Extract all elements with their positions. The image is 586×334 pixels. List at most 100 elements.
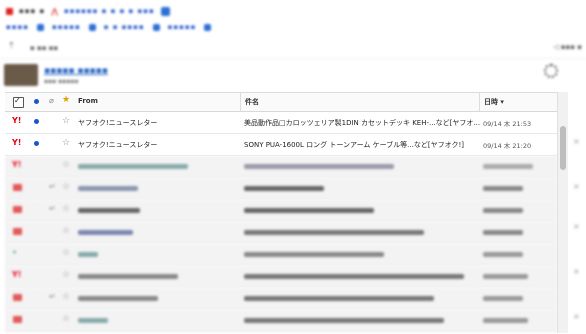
date-cell [483, 294, 523, 302]
from-cell: ヤフオク!ニュースレター [78, 119, 158, 127]
close-icon[interactable]: × [573, 182, 580, 191]
star-icon[interactable]: ☆ [62, 182, 70, 192]
attachment-icon: ↵ [49, 204, 56, 213]
from-cell [78, 206, 140, 214]
subject-cell [244, 184, 324, 192]
unread-column-icon[interactable] [34, 99, 39, 104]
star-icon[interactable]: ☆ [62, 116, 70, 126]
table-row[interactable]: Y! ☆ ヤフオク!ニュースレター SONY PUA-1600L ロング トーン… [5, 134, 557, 156]
mail-logo-icon: • [12, 248, 18, 257]
star-icon[interactable]: ☆ [62, 204, 70, 214]
subject-cell [244, 294, 434, 302]
subject-cell [244, 250, 384, 258]
bookmark-icon[interactable] [6, 7, 13, 15]
star-icon[interactable]: ☆ [62, 138, 70, 148]
gear-icon[interactable] [544, 64, 558, 78]
star-icon[interactable]: ☆ [62, 160, 70, 170]
date-cell [483, 206, 523, 214]
star-icon[interactable]: ☆ [62, 292, 70, 302]
yahoo-bookmark-icon[interactable]: ⋀ [51, 7, 58, 16]
star-icon[interactable]: ☆ [62, 314, 70, 324]
yahoo-logo-icon: Y! [12, 116, 22, 125]
bookmark-icon[interactable] [152, 23, 160, 31]
scrollbar-thumb[interactable] [560, 126, 566, 170]
back-arrow-icon[interactable]: ⇡ [8, 41, 15, 50]
table-row[interactable]: Y! ☆ [5, 156, 557, 178]
yahoo-logo-icon: Y! [12, 270, 22, 279]
bookmark-item[interactable]: ▪▪▪▪▪▪ ▪ ▪ ▪ ▪ ▪▪▪ [64, 7, 155, 15]
mail-logo-icon [13, 316, 22, 323]
mail-logo-icon [13, 184, 22, 191]
subject-cell: 美品動作品□カロッツェリア製1DIN カセットデッキ KEH-...など[ヤフオ… [244, 119, 481, 127]
mail-logo-icon [13, 294, 22, 301]
bookmark-item[interactable]: ▪▪▪▪▪ [52, 23, 81, 31]
close-icon[interactable]: × [573, 137, 580, 146]
toolbar-label: ▪ ▪▪ ▪▪ [30, 44, 59, 52]
date-cell [483, 316, 528, 324]
table-row[interactable]: Y! ☆ [5, 266, 557, 288]
check-mark-icon: ✓ [14, 96, 21, 105]
bookmark-item[interactable]: ▪ ▪ ▪▪▪▪ [104, 23, 145, 31]
date-cell [483, 272, 528, 280]
subject-cell: SONY PUA-1600L ロング トーンアーム ケーブル等...など[ヤフオ… [244, 141, 464, 149]
bookmark-item[interactable]: ▪▪▪▪ [6, 23, 29, 31]
yahoo-logo-icon: Y! [12, 160, 22, 169]
table-row[interactable]: ↵ ☆ [5, 178, 557, 200]
subject-cell [244, 228, 424, 236]
bookmark-icon[interactable] [160, 6, 170, 16]
folder-header: ▪▪▪▪▪ ▪▪▪▪▪ ▪▪▪ ▪▪▪▪▪ [0, 60, 586, 88]
from-cell [78, 316, 108, 324]
star-icon[interactable]: ☆ [62, 270, 70, 280]
mail-logo-icon [13, 228, 22, 235]
date-cell: 09/14 木 21:53 [483, 120, 532, 128]
bookmark-icon[interactable] [204, 23, 212, 31]
attachment-icon: ↵ [49, 292, 56, 301]
bookmark-icon[interactable] [88, 23, 96, 31]
from-cell [78, 294, 158, 302]
bookmark-item[interactable]: ▪▪▪ ▪ [19, 7, 45, 15]
toolbar-actions[interactable]: ◁ ▪▪▪ ▪ [553, 43, 582, 51]
date-cell: 09/14 木 21:20 [483, 142, 532, 150]
from-cell [78, 272, 178, 280]
star-icon[interactable]: ☆ [62, 226, 70, 236]
folder-subtitle: ▪▪▪ ▪▪▪▪▪ [44, 78, 79, 85]
subject-cell [244, 316, 444, 324]
star-icon[interactable]: ☆ [62, 248, 70, 258]
message-list-scrollbar[interactable] [557, 92, 568, 333]
close-icon[interactable]: × [573, 222, 580, 231]
subject-cell [244, 206, 374, 214]
bookmark-item[interactable]: ▪▪▪▪▪ [168, 23, 197, 31]
column-divider[interactable] [479, 93, 480, 111]
from-cell [78, 184, 138, 192]
folder-title[interactable]: ▪▪▪▪▪ ▪▪▪▪▪ [44, 66, 108, 76]
table-row[interactable]: ☆ [5, 310, 557, 332]
date-cell [483, 228, 523, 236]
table-row[interactable]: Y! ☆ ヤフオク!ニュースレター 美品動作品□カロッツェリア製1DIN カセッ… [5, 112, 557, 134]
bookmark-icon[interactable] [36, 23, 44, 31]
yahoo-logo-icon: Y! [12, 138, 22, 147]
date-cell [483, 162, 533, 170]
star-column-icon[interactable]: ★ [62, 95, 70, 105]
subject-column-header[interactable]: 件名 [245, 97, 259, 107]
message-list-header: ✓ ⌀ ★ From 件名 日時 ▾ [5, 93, 557, 112]
bookmarks-bar: ▪▪▪ ▪ ⋀ ▪▪▪▪▪▪ ▪ ▪ ▪ ▪ ▪▪▪ ▪▪▪▪ ▪▪▪▪▪ ▪ … [0, 0, 586, 36]
right-edge-icons: × × × × × [572, 92, 586, 333]
attachment-column-icon[interactable]: ⌀ [49, 96, 54, 105]
unread-dot-icon[interactable] [34, 141, 39, 146]
from-cell [78, 162, 188, 170]
table-row[interactable]: ↵ ☆ [5, 288, 557, 310]
table-row[interactable]: ☆ [5, 222, 557, 244]
column-divider[interactable] [240, 93, 241, 111]
table-row[interactable]: ↵ ☆ [5, 200, 557, 222]
unread-dot-icon[interactable] [34, 119, 39, 124]
table-row[interactable]: • ☆ [5, 244, 557, 266]
close-icon[interactable]: × [573, 267, 580, 276]
date-column-header[interactable]: 日時 ▾ [484, 97, 504, 107]
from-cell [78, 228, 133, 236]
from-column-header[interactable]: From [78, 97, 98, 105]
subject-cell [244, 272, 464, 280]
date-cell [483, 250, 523, 258]
close-icon[interactable]: × [573, 312, 580, 321]
attachment-icon: ↵ [49, 182, 56, 191]
mail-toolbar: ⇡ ▪ ▪▪ ▪▪ ◁ ▪▪▪ ▪ [0, 38, 586, 59]
